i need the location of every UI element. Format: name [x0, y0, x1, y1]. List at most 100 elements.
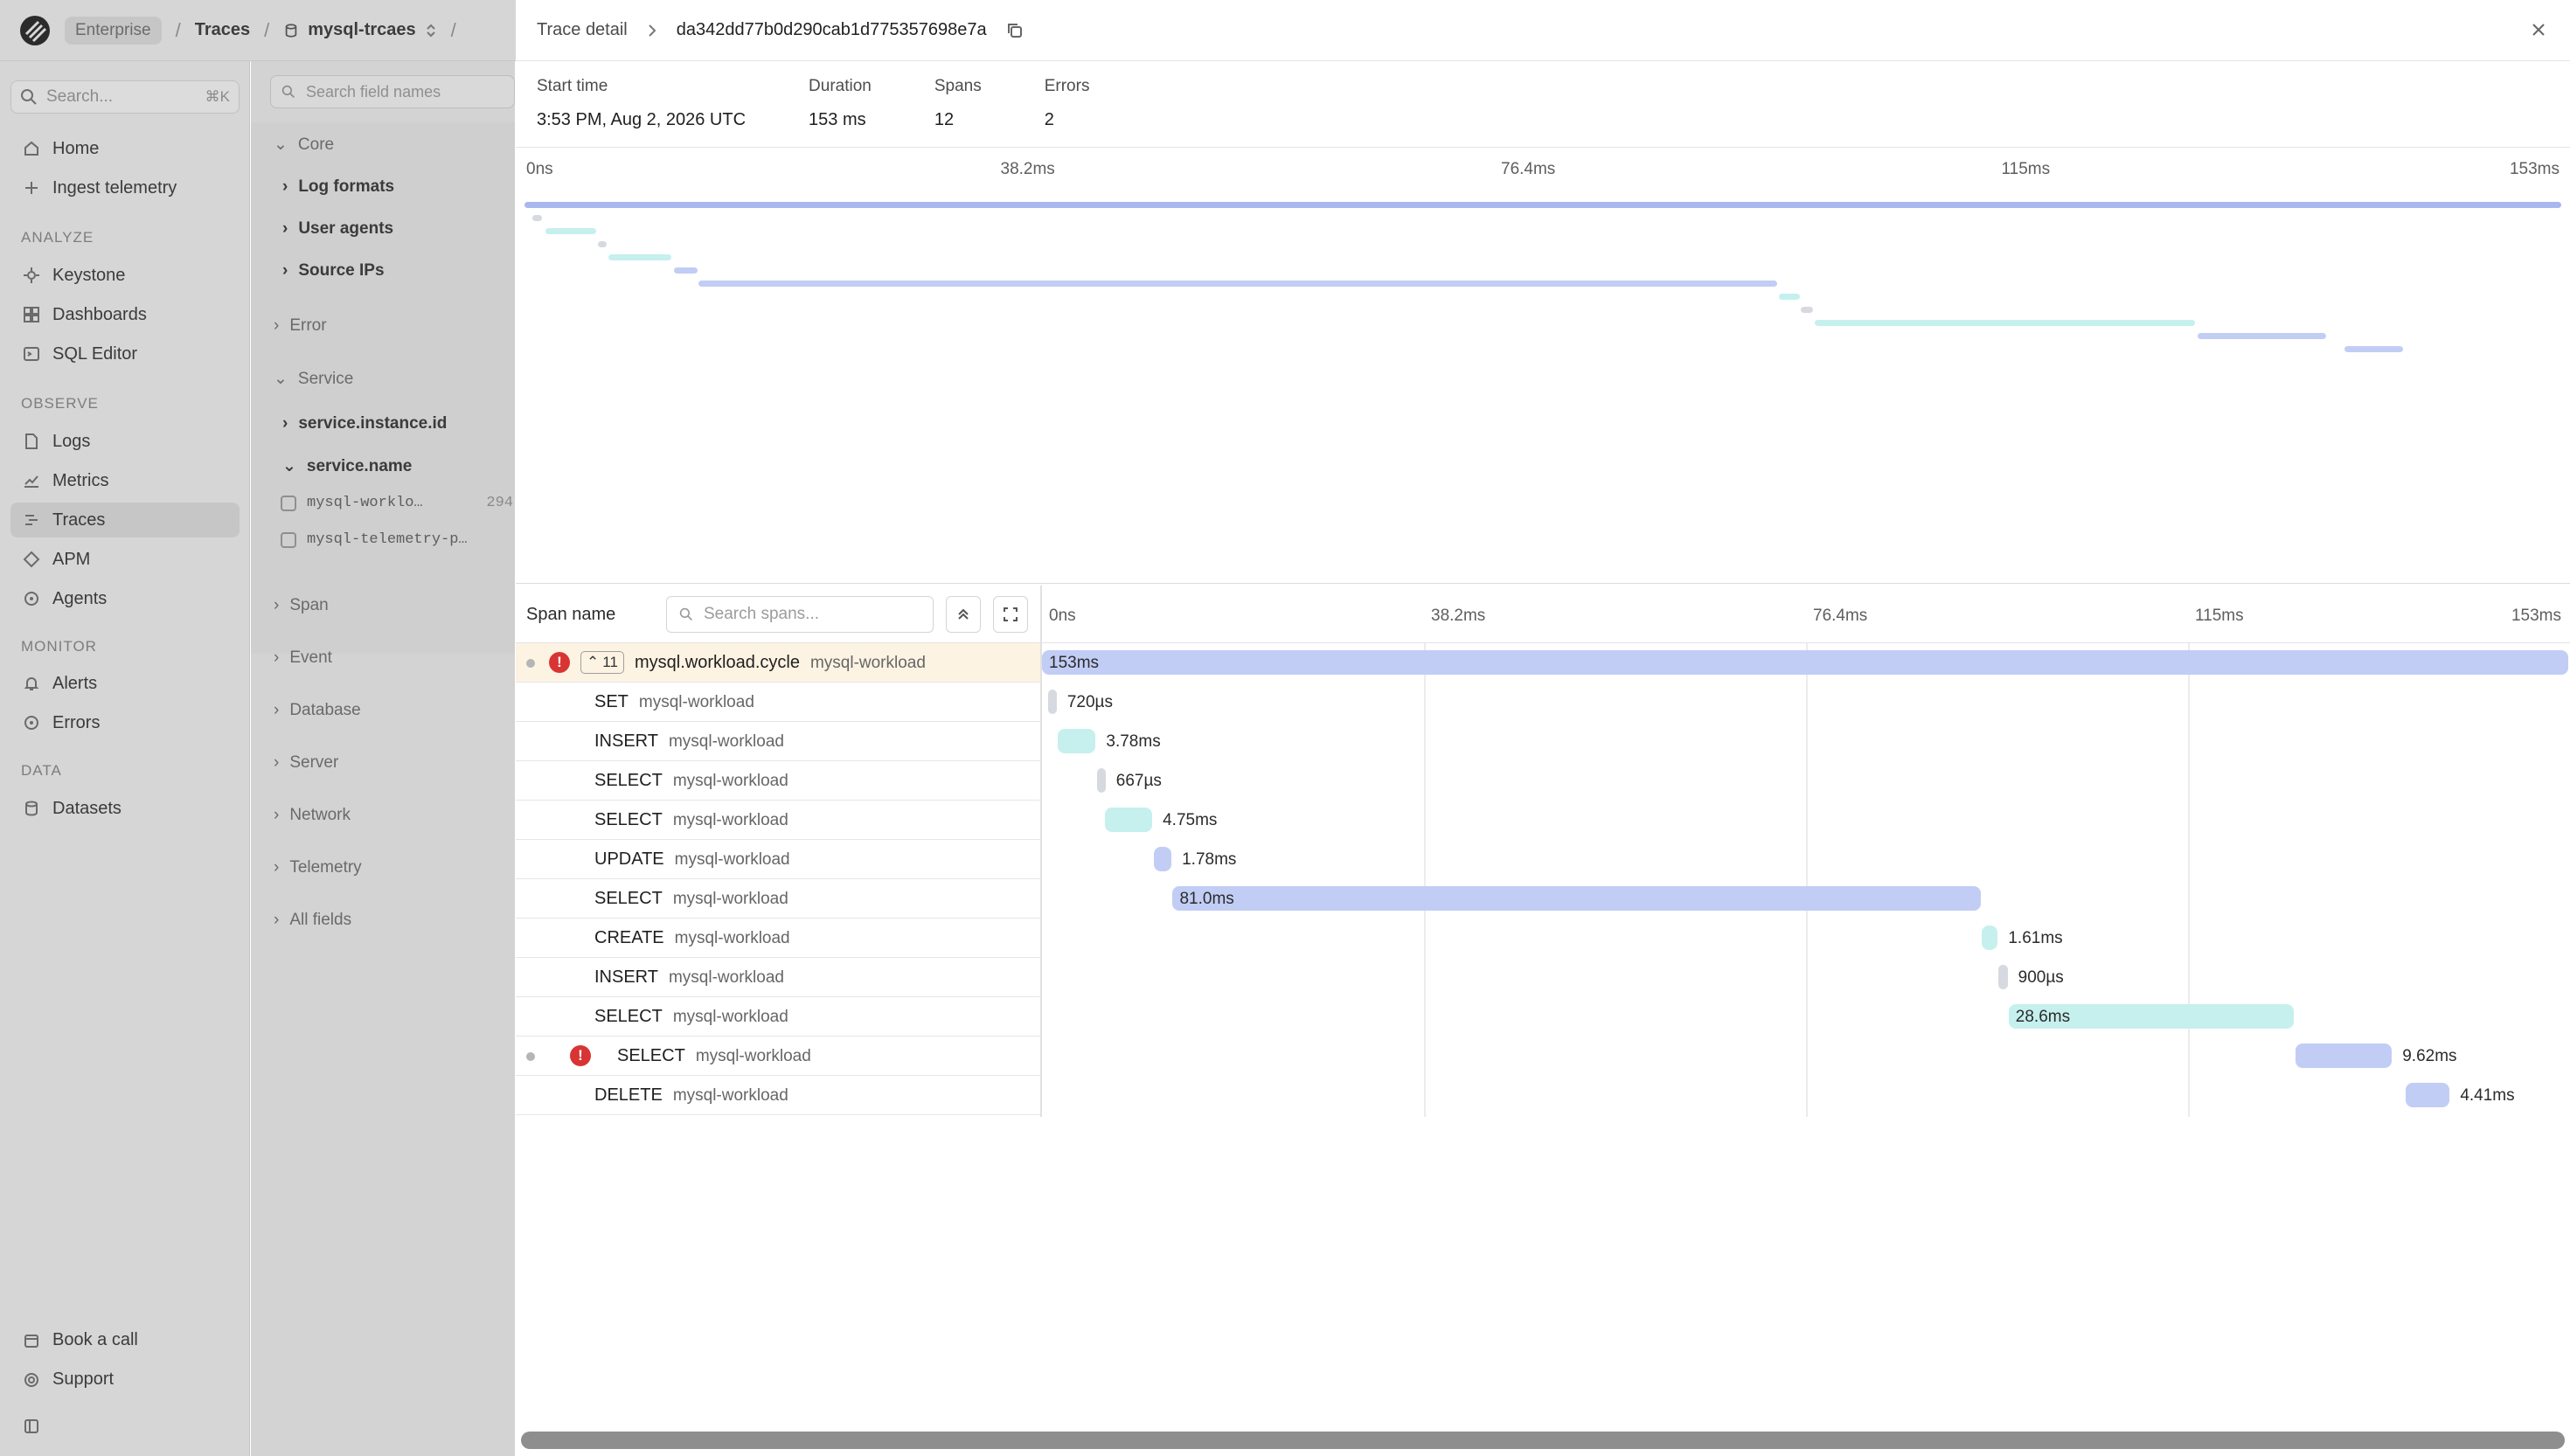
span-bar[interactable]: [1153, 847, 1172, 871]
span-bar[interactable]: [1981, 926, 1998, 950]
chevron-up-icon: ⌃: [587, 654, 600, 670]
span-label: mysql.workload.cycle mysql-workload: [635, 653, 926, 673]
nav-dashboards[interactable]: Dashboards: [10, 297, 240, 332]
trace-minimap[interactable]: 0ns 38.2ms 76.4ms 115ms 153ms: [516, 147, 2570, 584]
span-bar[interactable]: [1104, 808, 1153, 832]
field-service-instance-id[interactable]: › service.instance.id: [282, 414, 447, 433]
global-search[interactable]: Search... ⌘K: [10, 80, 240, 114]
span-search-input[interactable]: Search spans...: [666, 596, 934, 633]
nav-sql-editor-label: SQL Editor: [52, 343, 138, 364]
field-value-mysql-telemetry[interactable]: mysql-telemetry-p…: [281, 531, 513, 548]
group-service[interactable]: ⌄ Service: [274, 369, 353, 389]
nav-sql-editor[interactable]: SQL Editor: [10, 336, 240, 371]
group-core[interactable]: ⌄ Core: [274, 135, 334, 155]
horizontal-scrollbar[interactable]: [521, 1432, 2565, 1449]
span-label: SELECT mysql-workload: [594, 810, 788, 830]
bell-icon: [24, 677, 39, 690]
group-database[interactable]: › Database: [274, 701, 361, 720]
span-row[interactable]: CREATE mysql-workload: [516, 919, 1040, 958]
span-bar[interactable]: [1058, 729, 1096, 753]
checkbox[interactable]: [281, 531, 296, 548]
group-source-ips[interactable]: › Source IPs: [282, 261, 385, 281]
group-error-label: Error: [289, 316, 327, 335]
nav-metrics[interactable]: Metrics: [10, 463, 240, 498]
span-label: INSERT mysql-workload: [594, 967, 784, 988]
span-duration-label: 3.78ms: [1106, 732, 1161, 751]
group-error[interactable]: › Error: [274, 316, 327, 336]
span-row[interactable]: SELECT mysql-workload: [516, 761, 1040, 801]
nav-apm[interactable]: APM: [10, 542, 240, 577]
dashboard-icon: [24, 307, 39, 322]
span-row[interactable]: ! SELECT mysql-workload: [516, 1037, 1040, 1076]
nav-errors[interactable]: Errors: [10, 705, 240, 740]
group-server[interactable]: › Server: [274, 753, 338, 773]
stat-label: Errors: [1044, 77, 1090, 95]
span-duration-label: 667µs: [1115, 772, 1162, 790]
minimap-span-bar: [532, 215, 543, 221]
nav-keystone[interactable]: Keystone: [10, 258, 240, 293]
nav-support[interactable]: Support: [10, 1369, 114, 1390]
field-search-input[interactable]: Search field names: [270, 75, 515, 108]
group-event[interactable]: › Event: [274, 648, 332, 668]
breadcrumb-separator: /: [175, 18, 181, 41]
search-icon: [281, 85, 295, 98]
breadcrumb-dataset[interactable]: mysql-trcaes: [283, 20, 436, 40]
close-icon[interactable]: [2528, 19, 2549, 40]
group-span[interactable]: › Span: [274, 596, 329, 615]
span-row[interactable]: SET mysql-workload: [516, 683, 1040, 722]
span-row[interactable]: DELETE mysql-workload: [516, 1076, 1040, 1115]
group-log-formats[interactable]: › Log formats: [282, 177, 394, 197]
span-duration-label: 1.61ms: [2008, 929, 2063, 947]
nav-alerts[interactable]: Alerts: [10, 666, 240, 701]
stat-value: 2: [1044, 110, 1054, 129]
nav-book-call[interactable]: Book a call: [10, 1330, 138, 1350]
span-bar[interactable]: [2405, 1083, 2450, 1107]
chart-line-icon: [24, 475, 38, 488]
span-row[interactable]: SELECT mysql-workload: [516, 879, 1040, 919]
nav-apm-label: APM: [52, 549, 91, 569]
group-telemetry[interactable]: › Telemetry: [274, 858, 362, 877]
span-bar[interactable]: [1047, 690, 1057, 714]
checkbox[interactable]: [281, 495, 296, 511]
span-operation: mysql.workload.cycle: [635, 652, 800, 672]
span-row[interactable]: INSERT mysql-workload: [516, 958, 1040, 997]
database-icon: [285, 23, 297, 38]
timeline-tick-label: 76.4ms: [1813, 607, 1868, 625]
span-row[interactable]: INSERT mysql-workload: [516, 722, 1040, 761]
nav-logs[interactable]: Logs: [10, 424, 240, 459]
collapse-all-button[interactable]: [946, 596, 981, 633]
nav-traces[interactable]: Traces: [10, 503, 240, 537]
nav-agents[interactable]: Agents: [10, 581, 240, 616]
span-service: mysql-workload: [668, 967, 784, 987]
span-row[interactable]: ! ⌃ 11 mysql.workload.cycle mysql-workload: [516, 643, 1040, 683]
span-bar[interactable]: [1172, 886, 1981, 911]
group-user-agents[interactable]: › User agents: [282, 219, 393, 239]
span-service: mysql-workload: [809, 653, 926, 672]
span-row[interactable]: SELECT mysql-workload: [516, 997, 1040, 1037]
nav-ingest[interactable]: Ingest telemetry: [10, 170, 240, 205]
collapse-toggle[interactable]: ⌃ 11: [580, 651, 624, 674]
group-network[interactable]: › Network: [274, 806, 351, 825]
group-span-label: Span: [289, 596, 329, 614]
field-service-name[interactable]: ⌄ service.name: [282, 456, 412, 476]
expand-view-button[interactable]: [993, 596, 1028, 633]
chevron-right-icon: [649, 24, 656, 37]
gridline: [1806, 643, 1808, 1117]
nav-datasets[interactable]: Datasets: [10, 791, 240, 826]
breadcrumb-traces[interactable]: Traces: [195, 20, 250, 40]
span-row[interactable]: SELECT mysql-workload: [516, 801, 1040, 840]
minimap-tick-label: 76.4ms: [1501, 160, 1556, 178]
span-bar[interactable]: [1096, 768, 1106, 793]
field-value-mysql-workload[interactable]: mysql-worklo… 294: [281, 495, 513, 511]
nav-home[interactable]: Home: [10, 131, 240, 166]
span-bar[interactable]: [1042, 650, 2568, 675]
sidebar-toggle[interactable]: [10, 1418, 40, 1435]
error-icon: !: [570, 1045, 591, 1066]
span-bar[interactable]: [2296, 1043, 2393, 1068]
search-icon: [679, 607, 692, 621]
copy-icon[interactable]: [1006, 22, 1024, 39]
span-bar[interactable]: [1998, 965, 2008, 989]
group-telemetry-label: Telemetry: [289, 858, 362, 877]
group-all-fields[interactable]: › All fields: [274, 911, 351, 930]
span-row[interactable]: UPDATE mysql-workload: [516, 840, 1040, 879]
